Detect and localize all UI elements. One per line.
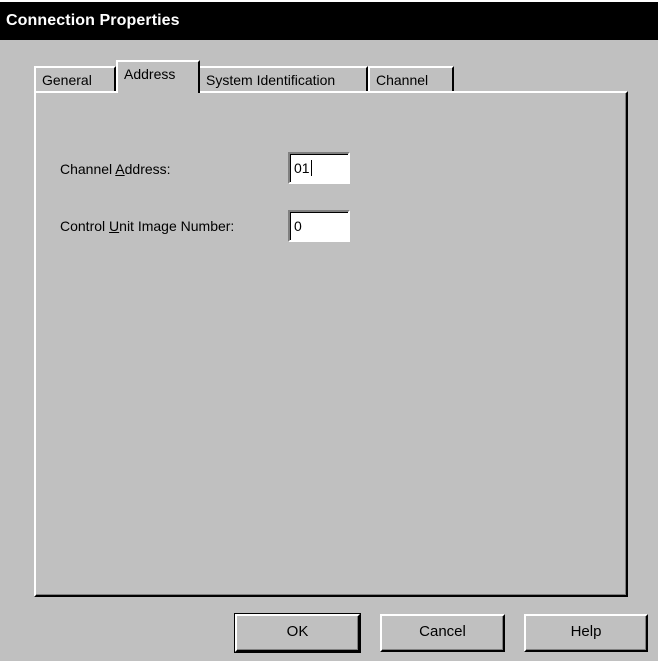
channel-address-label: Channel Address: [60,161,171,177]
tab-address-label: Address [124,66,176,82]
ok-button-label: OK [286,623,309,640]
title-bar[interactable]: Connection Properties [0,0,658,40]
tab-general[interactable]: General [34,66,116,92]
channel-address-label-part1: Channel [60,161,116,177]
window-title: Connection Properties [6,12,180,29]
connection-properties-dialog: Connection Properties General Address Sy… [0,0,658,661]
tab-system-identification-label: System Identification [206,72,336,88]
text-caret [310,160,312,176]
help-button-label: Help [570,623,602,640]
help-button[interactable]: Help [524,614,648,652]
channel-address-input[interactable]: 01 [288,152,350,184]
cu-image-number-label-part2: nit Image Number: [119,218,235,234]
ok-button[interactable]: OK [234,613,361,653]
tab-channel-label: Channel [376,72,429,88]
cancel-button[interactable]: Cancel [380,614,505,652]
channel-address-input-inner: 01 [290,154,348,182]
cu-image-number-input-inner: 0 [290,212,348,240]
channel-address-label-part2: ddress: [124,161,171,177]
tab-channel[interactable]: Channel [368,66,454,92]
cu-image-number-value: 0 [294,218,302,234]
cu-image-number-label-mnemonic: U [109,218,120,234]
tab-general-label: General [42,72,92,88]
cu-image-number-label-part1: Control [60,218,110,234]
cu-image-number-input[interactable]: 0 [288,210,350,242]
cu-image-number-label: Control Unit Image Number: [60,218,234,234]
tab-system-identification[interactable]: System Identification [198,66,368,92]
cancel-button-label: Cancel [419,623,466,640]
address-tab-panel: Channel Address: 01 Control Unit Image N… [34,91,628,597]
tab-address[interactable]: Address [116,60,200,93]
channel-address-value: 01 [294,160,310,176]
channel-address-label-mnemonic: A [115,161,125,177]
